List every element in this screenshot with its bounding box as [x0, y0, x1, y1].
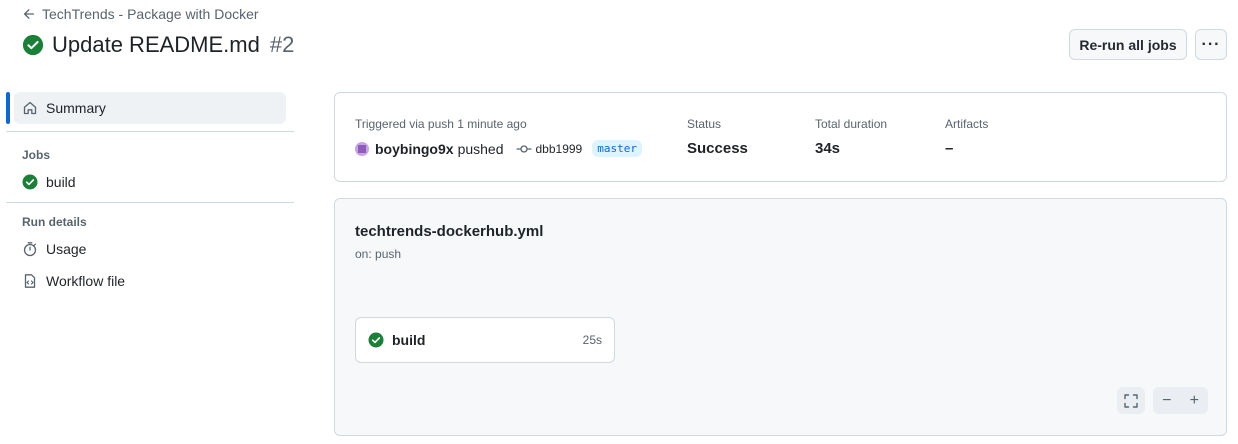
avatar[interactable]	[355, 141, 369, 156]
job-duration: 25s	[582, 333, 602, 347]
arrow-left-icon	[23, 9, 35, 19]
workflow-trigger: on: push	[355, 247, 402, 261]
user-link[interactable]: boybingo9x	[375, 141, 454, 157]
zoom-controls: − +	[1153, 387, 1208, 414]
sidebar-item-workflow-file[interactable]: Workflow file	[6, 265, 294, 297]
git-commit-icon	[516, 144, 531, 153]
zoom-in-button[interactable]: +	[1190, 392, 1199, 410]
sidebar-item-build[interactable]: build	[6, 166, 294, 198]
stopwatch-icon	[23, 242, 37, 257]
file-code-icon	[24, 274, 36, 288]
run-summary-card: Triggered via push 1 minute ago boybingo…	[334, 92, 1227, 182]
status-value: Success	[687, 140, 748, 157]
status-label: Status	[687, 117, 722, 131]
check-circle-icon	[368, 332, 384, 348]
duration-label: Total duration	[815, 117, 888, 131]
fullscreen-icon	[1124, 393, 1138, 408]
artifacts-value: –	[945, 140, 954, 157]
sidebar-item-label: Workflow file	[46, 273, 126, 289]
duration-value: 34s	[815, 140, 841, 157]
run-title: Update README.md	[52, 32, 260, 57]
branch-badge[interactable]: master	[592, 140, 642, 157]
run-details-heading: Run details	[22, 215, 87, 229]
job-node-build[interactable]: build 25s	[355, 317, 615, 363]
job-name: build	[392, 332, 426, 348]
sidebar: Summary Jobs build Run details Usage Wor…	[6, 92, 294, 297]
home-icon	[23, 101, 37, 115]
sidebar-item-label: build	[46, 174, 76, 190]
sidebar-item-summary[interactable]: Summary	[6, 92, 286, 124]
sidebar-item-label: Summary	[46, 100, 106, 116]
rerun-all-jobs-button[interactable]: Re-run all jobs	[1069, 29, 1187, 60]
commit-sha: dbb1999	[535, 141, 583, 156]
trigger-label: Triggered via push 1 minute ago	[355, 117, 527, 131]
more-options-button[interactable]: ···	[1195, 29, 1227, 60]
artifacts-label: Artifacts	[945, 117, 989, 131]
check-circle-icon	[22, 34, 44, 56]
jobs-heading: Jobs	[22, 148, 51, 162]
check-circle-icon	[22, 174, 38, 190]
back-link-label: TechTrends - Package with Docker	[42, 6, 259, 22]
sidebar-item-usage[interactable]: Usage	[6, 233, 294, 265]
push-action: pushed	[457, 140, 504, 157]
commit-link[interactable]: dbb1999	[516, 141, 583, 156]
run-number: #2	[269, 32, 295, 57]
zoom-out-button[interactable]: −	[1162, 392, 1171, 410]
fullscreen-button[interactable]	[1117, 387, 1145, 414]
page-title: Update README.md #2	[22, 32, 294, 58]
workflow-name: techtrends-dockerhub.yml	[355, 223, 544, 240]
workflow-graph: techtrends-dockerhub.yml on: push build …	[334, 198, 1227, 436]
sidebar-item-label: Usage	[46, 241, 87, 257]
trigger-details: boybingo9x pushed dbb1999 master	[355, 140, 642, 157]
back-link[interactable]: TechTrends - Package with Docker	[22, 6, 259, 22]
